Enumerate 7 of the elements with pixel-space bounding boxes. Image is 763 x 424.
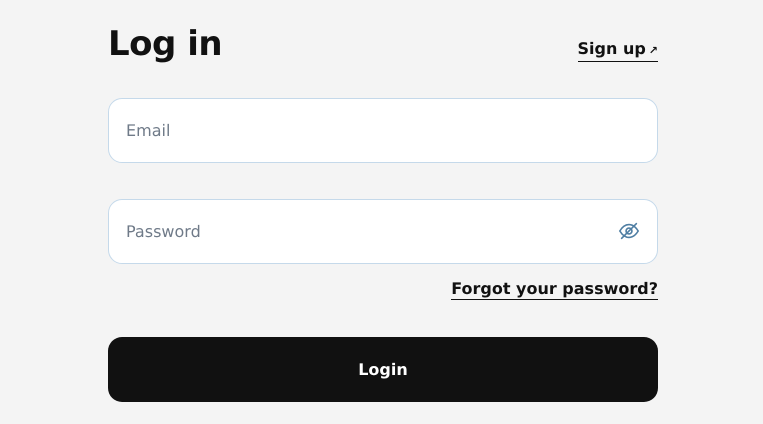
hidden-eye-icon[interactable] (618, 220, 640, 242)
email-field[interactable]: Email (108, 98, 658, 163)
page-title: Log in (108, 24, 222, 64)
forgot-password-link[interactable]: Forgot your password? (451, 279, 658, 300)
password-field[interactable]: Password (108, 199, 658, 264)
sign-up-link[interactable]: Sign up ↗ (578, 39, 658, 62)
login-button[interactable]: Login (108, 337, 658, 402)
